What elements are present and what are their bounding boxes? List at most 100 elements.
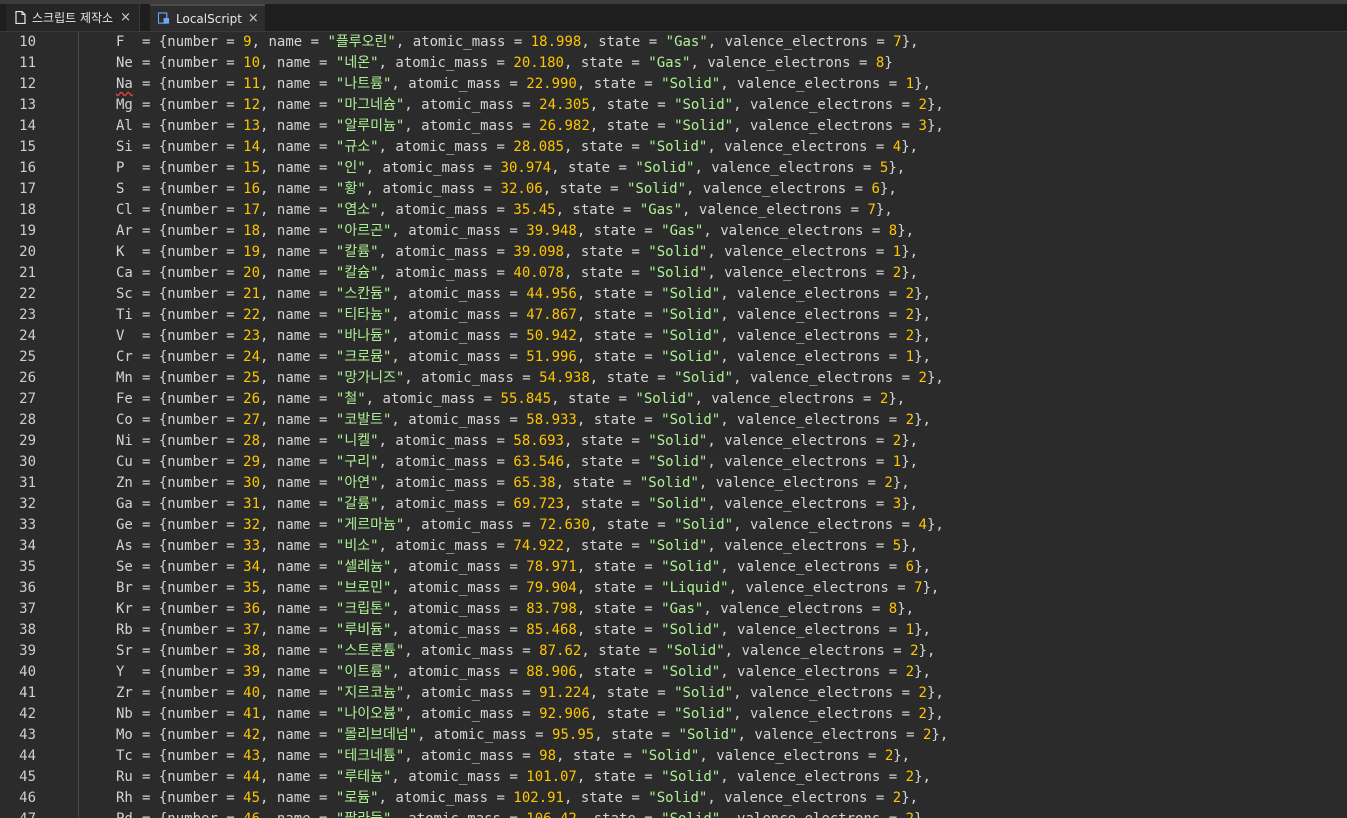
code-line[interactable]: 31 Zn = {number = 30, name = "아연", atomic_… [0, 473, 1347, 494]
code-line[interactable]: 27 Fe = {number = 26, name = "철", atomic_m… [0, 389, 1347, 410]
element-symbol: Cu [116, 454, 133, 470]
line-number: 24 [19, 328, 36, 344]
code-line[interactable]: 30 Cu = {number = 29, name = "구리", atomic_… [0, 452, 1347, 473]
code-line[interactable]: 20 K = {number = 19, name = "칼륨", atomic_m… [0, 242, 1347, 263]
atomic-mass: 30.974 [500, 160, 552, 176]
atomic-mass: 72.630 [539, 517, 590, 533]
element-symbol: Al [116, 118, 133, 134]
atomic-number: 24 [243, 349, 261, 365]
code-line[interactable]: 16 P = {number = 15, name = "인", atomic_ma… [0, 158, 1347, 179]
atomic-mass: 87.62 [539, 643, 582, 659]
code-line[interactable]: 17 S = {number = 16, name = "황", atomic_ma… [0, 179, 1347, 200]
element-state: "Gas" [661, 601, 704, 617]
atomic-number: 28 [243, 433, 261, 449]
line-end: }, [901, 139, 919, 155]
code-line[interactable]: 43 Mo = {number = 42, name = "몰리브데넘", atom… [0, 725, 1347, 746]
valence-electrons: 7 [867, 202, 876, 218]
line-end: }, [897, 223, 915, 239]
code-line[interactable]: 39 Sr = {number = 38, name = "스트론튬", atomi… [0, 641, 1347, 662]
atomic-mass: 106.42 [526, 811, 577, 818]
code-text: Ti = {number = 22, name = "티타늄", atomic_m… [116, 305, 931, 326]
code-line[interactable]: 21 Ca = {number = 20, name = "칼슘", atomic_… [0, 263, 1347, 284]
valence-electrons: 5 [892, 538, 902, 554]
atomic-mass: 35.45 [513, 202, 556, 218]
element-symbol: Mo [116, 727, 133, 743]
atomic-mass: 44.956 [526, 286, 577, 302]
valence-electrons: 7 [893, 34, 902, 50]
element-name: "갈륨" [335, 496, 379, 512]
code-line[interactable]: 15 Si = {number = 14, name = "규소", atomic_… [0, 137, 1347, 158]
element-name: "크립톤" [335, 601, 392, 617]
element-name: "게르마늄" [335, 517, 405, 533]
element-name: "셀레늄" [335, 559, 392, 575]
valence-electrons: 1 [892, 244, 902, 260]
element-symbol: F [116, 34, 125, 50]
code-line[interactable]: 44 Tc = {number = 43, name = "테크네튬", atomi… [0, 746, 1347, 767]
line-number: 30 [19, 454, 36, 470]
element-name: "브로민" [335, 580, 392, 596]
code-line[interactable]: 13 Mg = {number = 12, name = "마그네슘", atomi… [0, 95, 1347, 116]
line-number: 46 [19, 790, 36, 806]
tab-localscript[interactable]: LocalScript × [150, 4, 265, 31]
valence-electrons: 2 [905, 769, 915, 785]
element-symbol: Ru [116, 769, 133, 785]
element-state: "Solid" [661, 412, 721, 428]
line-number: 21 [19, 265, 36, 281]
line-number: 44 [19, 748, 36, 764]
atomic-number: 12 [243, 97, 261, 113]
valence-electrons: 7 [914, 580, 923, 596]
code-line[interactable]: 32 Ga = {number = 31, name = "갈륨", atomic_… [0, 494, 1347, 515]
element-symbol: Ti [116, 307, 133, 323]
element-state: "Solid" [627, 181, 687, 197]
line-number: 29 [19, 433, 36, 449]
code-line[interactable]: 45 Ru = {number = 44, name = "루테늄", atomic… [0, 767, 1347, 788]
code-line[interactable]: 34 As = {number = 33, name = "비소", atomic_… [0, 536, 1347, 557]
valence-electrons: 8 [888, 601, 898, 617]
code-line[interactable]: 29 Ni = {number = 28, name = "니켈", atomic_… [0, 431, 1347, 452]
code-line[interactable]: 11 Ne = {number = 10, name = "네온", atomic_… [0, 53, 1347, 74]
code-text: Cu = {number = 29, name = "구리", atomic_ma… [116, 452, 918, 473]
code-line[interactable]: 19 Ar = {number = 18, name = "아르곤", atomic… [0, 221, 1347, 242]
code-line[interactable]: 28 Co = {number = 27, name = "코발트", atomic… [0, 410, 1347, 431]
code-line[interactable]: 12 Na = {number = 11, name = "나트륨", atomic… [0, 74, 1347, 95]
close-icon[interactable]: × [120, 10, 131, 25]
tab-bar: 스크립트 제작소 × LocalScript × [0, 4, 1347, 32]
code-line[interactable]: 37 Kr = {number = 36, name = "크립톤", atomic… [0, 599, 1347, 620]
code-line[interactable]: 26 Mn = {number = 25, name = "망가니즈", atomi… [0, 368, 1347, 389]
tab-script-studio[interactable]: 스크립트 제작소 × [6, 4, 140, 31]
code-line[interactable]: 42 Nb = {number = 41, name = "나이오븀", atomi… [0, 704, 1347, 725]
code-text: Y = {number = 39, name = "이트륨", atomic_ma… [116, 662, 931, 683]
code-line[interactable]: 46 Rh = {number = 45, name = "로듐", atomic_… [0, 788, 1347, 809]
code-line[interactable]: 14 Al = {number = 13, name = "알루미늄", atomi… [0, 116, 1347, 137]
code-text: Mg = {number = 12, name = "마그네슘", atomic_… [116, 95, 944, 116]
line-end: }, [914, 769, 931, 785]
line-number: 39 [19, 643, 36, 659]
valence-electrons: 6 [871, 181, 880, 197]
code-line[interactable]: 41 Zr = {number = 40, name = "지르코늄", atomi… [0, 683, 1347, 704]
code-editor[interactable]: 10 F = {number = 9, name = "플루오린", atomic_… [0, 32, 1347, 818]
code-line[interactable]: 23 Ti = {number = 22, name = "티타늄", atomic… [0, 305, 1347, 326]
atomic-number: 31 [243, 496, 261, 512]
element-name: "나트륨" [335, 76, 392, 92]
element-name: "아연" [335, 475, 379, 491]
localscript-icon [158, 12, 170, 26]
atomic-number: 37 [243, 622, 261, 638]
code-line[interactable]: 18 Cl = {number = 17, name = "염소", atomic_… [0, 200, 1347, 221]
line-number: 38 [19, 622, 36, 638]
code-line[interactable]: 25 Cr = {number = 24, name = "크로뮴", atomic… [0, 347, 1347, 368]
code-line[interactable]: 35 Se = {number = 34, name = "셀레늄", atomic… [0, 557, 1347, 578]
code-line[interactable]: 10 F = {number = 9, name = "플루오린", atomic_… [0, 32, 1347, 53]
line-number: 19 [19, 223, 36, 239]
code-line[interactable]: 36 Br = {number = 35, name = "브로민", atomic… [0, 578, 1347, 599]
code-text: S = {number = 16, name = "황", atomic_mass… [116, 179, 897, 200]
element-name: "이트륨" [335, 664, 392, 680]
code-line[interactable]: 38 Rb = {number = 37, name = "루비듐", atomic… [0, 620, 1347, 641]
code-line[interactable]: 47 Pd= {number = 46, name = "팔라듐", atomic… [0, 809, 1347, 818]
close-icon[interactable]: × [248, 11, 259, 26]
code-line[interactable]: 40 Y = {number = 39, name = "이트륨", atomic_… [0, 662, 1347, 683]
code-line[interactable]: 33 Ge = {number = 32, name = "게르마늄", atomi… [0, 515, 1347, 536]
code-line[interactable]: 22 Sc = {number = 21, name = "스칸듐", atomic… [0, 284, 1347, 305]
element-name: "칼륨" [335, 244, 379, 260]
code-text: Ar = {number = 18, name = "아르곤", atomic_m… [116, 221, 914, 242]
code-line[interactable]: 24 V = {number = 23, name = "바나듐", atomic_… [0, 326, 1347, 347]
